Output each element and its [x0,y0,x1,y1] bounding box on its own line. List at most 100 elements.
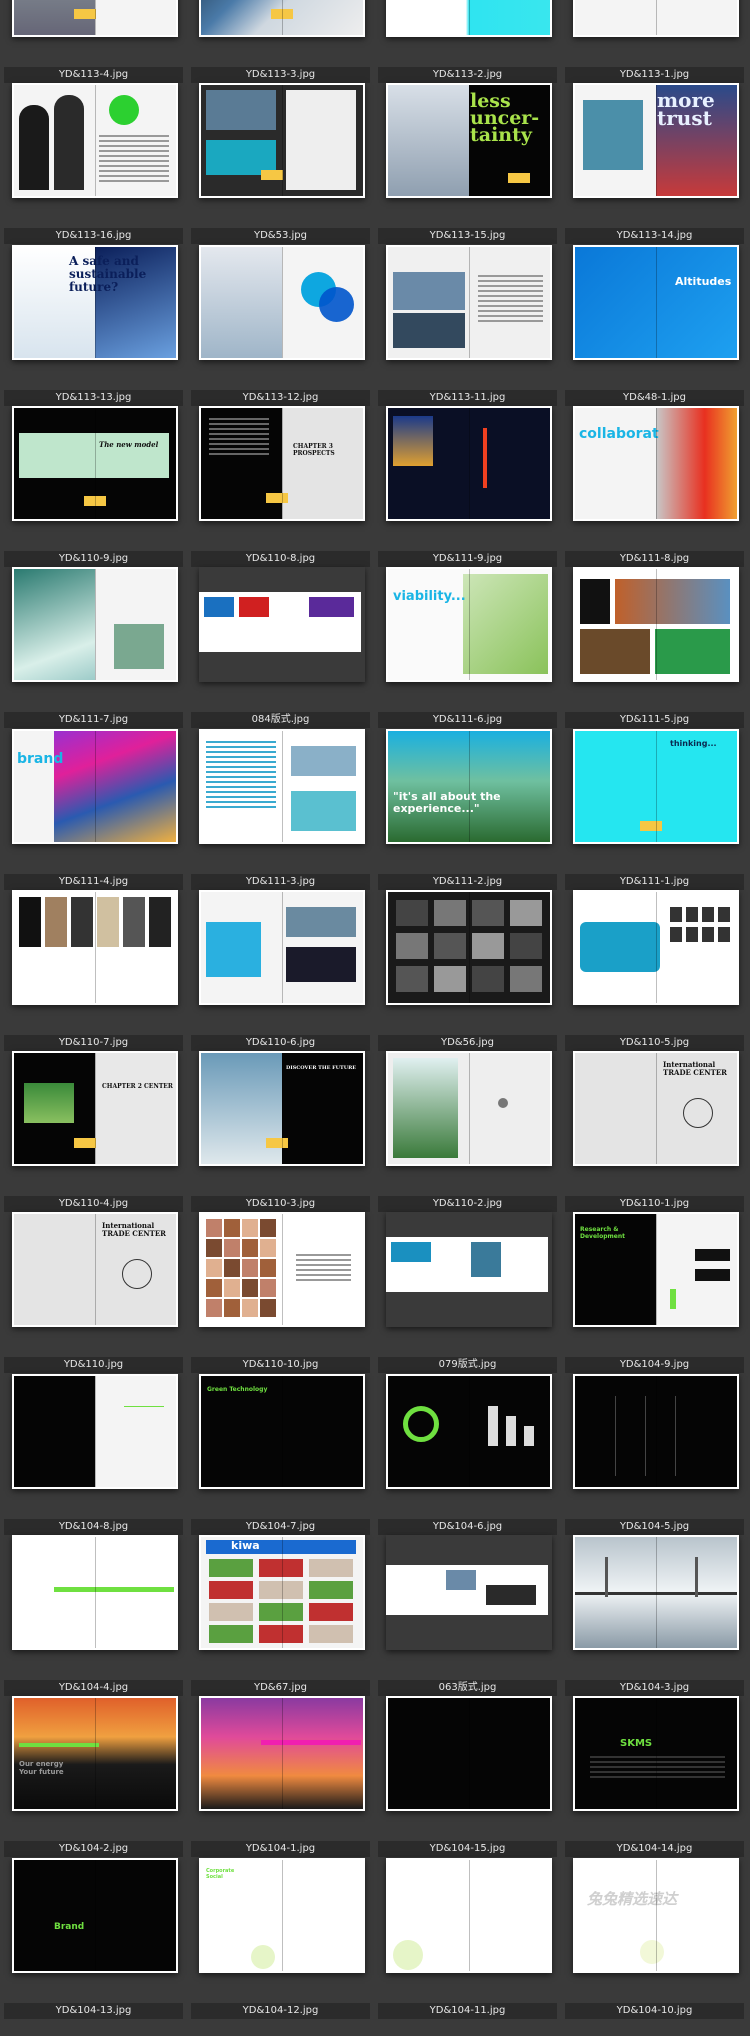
thumbnail-item[interactable]: YD&104-8.jpg [0,1374,183,1535]
thumbnail-item[interactable]: YD&113-3.jpg [187,0,370,83]
thumbnail-image[interactable]: thinking... [573,729,739,844]
thumbnail-item[interactable]: Research & Development YD&104-9.jpg [561,1212,744,1373]
thumbnail-item[interactable]: Green Technology YD&104-7.jpg [187,1374,370,1535]
thumbnail-image[interactable] [386,245,552,360]
thumbnail-item[interactable]: brand YD&111-4.jpg [0,729,183,890]
thumbnail-image[interactable] [12,1374,178,1489]
thumbnail-image[interactable] [386,1212,552,1327]
thumbnail-item[interactable]: The new model YD&110-9.jpg [0,406,183,567]
thumbnail-image[interactable] [12,0,178,37]
thumbnail-image[interactable]: less uncer- tainty [386,83,552,198]
thumbnail-item[interactable]: Altitudes YD&48-1.jpg [561,245,744,406]
thumbnail-image[interactable] [573,1535,739,1650]
thumbnail-image[interactable] [199,0,365,37]
thumbnail-image[interactable] [199,567,365,682]
thumbnail-image[interactable]: "it's all about the experience..." [386,729,552,844]
thumbnail-item[interactable]: YD&113-1.jpg [561,0,744,83]
thumbnail-image[interactable]: A safe and sustainable future? [12,245,178,360]
thumbnail-item[interactable]: YD&104-5.jpg [561,1374,744,1535]
thumbnail-item[interactable]: 084版式.jpg [187,567,370,728]
thumbnail-image[interactable]: International TRADE CENTER [573,1051,739,1166]
thumbnail-image[interactable]: The new model [12,406,178,521]
thumbnail-image[interactable] [12,567,178,682]
thumbnail-image[interactable] [199,729,365,844]
thumbnail-image[interactable]: collaborat [573,406,739,521]
thumbnail-item[interactable]: Our energy Your future YD&104-2.jpg [0,1696,183,1857]
thumbnail-image[interactable]: CHAPTER 2 CENTER [12,1051,178,1166]
thumbnail-item[interactable]: YD&110-10.jpg [187,1212,370,1373]
thumbnail-item[interactable]: Brand YD&104-13.jpg [0,1858,183,2019]
thumbnail-item[interactable]: CHAPTER 3 PROSPECTS YD&110-8.jpg [187,406,370,567]
thumbnail-item[interactable]: YD&113-4.jpg [0,0,183,83]
thumbnail-item[interactable]: International TRADE CENTER YD&110-1.jpg [561,1051,744,1212]
thumbnail-item[interactable]: YD&104-3.jpg [561,1535,744,1696]
thumbnail-item[interactable]: YD&110-7.jpg [0,890,183,1051]
thumbnail-image[interactable]: Our energy Your future [12,1696,178,1811]
thumbnail-item[interactable]: YD&110-6.jpg [187,890,370,1051]
thumbnail-item[interactable]: YD&53.jpg [187,83,370,244]
thumbnail-image[interactable]: International TRADE CENTER [12,1212,178,1327]
thumbnail-image[interactable] [199,83,365,198]
thumbnail-item[interactable]: 063版式.jpg [374,1535,557,1696]
thumbnail-item[interactable]: YD&113-2.jpg [374,0,557,83]
thumbnail-image[interactable] [386,1374,552,1489]
thumbnail-image[interactable]: Research & Development [573,1212,739,1327]
thumbnail-item[interactable]: YD&104-1.jpg [187,1696,370,1857]
thumbnail-image[interactable] [573,1374,739,1489]
thumbnail-item[interactable]: Corporate Social YD&104-12.jpg [187,1858,370,2019]
thumbnail-image[interactable]: Green Technology [199,1374,365,1489]
thumbnail-item[interactable]: thinking... YD&111-1.jpg [561,729,744,890]
thumbnail-item[interactable]: kiwa YD&67.jpg [187,1535,370,1696]
thumbnail-image[interactable] [199,1212,365,1327]
thumbnail-image[interactable] [573,890,739,1005]
thumbnail-image[interactable]: more trust [573,83,739,198]
thumbnail-item[interactable]: YD&104-11.jpg [374,1858,557,2019]
thumbnail-item[interactable]: YD&113-16.jpg [0,83,183,244]
thumbnail-item[interactable]: 兔兔精选速达 YD&104-10.jpg [561,1858,744,2019]
thumbnail-image[interactable]: kiwa [199,1535,365,1650]
thumbnail-image[interactable] [386,890,552,1005]
thumbnail-image[interactable]: Altitudes [573,245,739,360]
thumbnail-image[interactable] [199,890,365,1005]
thumbnail-item[interactable]: DISCOVER THE FUTURE YD&110-3.jpg [187,1051,370,1212]
thumbnail-item[interactable]: YD&111-7.jpg [0,567,183,728]
thumbnail-item[interactable]: International TRADE CENTER YD&110.jpg [0,1212,183,1373]
thumbnail-image[interactable] [199,245,365,360]
thumbnail-image[interactable]: SKMS [573,1696,739,1811]
thumbnail-image[interactable] [386,1535,552,1650]
thumbnail-item[interactable]: YD&104-6.jpg [374,1374,557,1535]
thumbnail-image[interactable]: DISCOVER THE FUTURE [199,1051,365,1166]
thumbnail-image[interactable]: 兔兔精选速达 [573,1858,739,1973]
thumbnail-item[interactable]: YD&104-15.jpg [374,1696,557,1857]
thumbnail-item[interactable]: YD&111-5.jpg [561,567,744,728]
thumbnail-image[interactable] [12,890,178,1005]
thumbnail-item[interactable]: SKMS YD&104-14.jpg [561,1696,744,1857]
thumbnail-item[interactable]: more trust YD&113-14.jpg [561,83,744,244]
thumbnail-item[interactable]: less uncer- tainty YD&113-15.jpg [374,83,557,244]
thumbnail-image[interactable]: Corporate Social [199,1858,365,1973]
thumbnail-image[interactable] [386,1051,552,1166]
thumbnail-image[interactable] [386,0,552,37]
thumbnail-item[interactable]: collaborat YD&111-8.jpg [561,406,744,567]
thumbnail-image[interactable] [386,406,552,521]
thumbnail-image[interactable]: brand [12,729,178,844]
thumbnail-item[interactable]: YD&113-12.jpg [187,245,370,406]
thumbnail-image[interactable] [573,567,739,682]
thumbnail-item[interactable]: CHAPTER 2 CENTER YD&110-4.jpg [0,1051,183,1212]
thumbnail-item[interactable]: viability... YD&111-6.jpg [374,567,557,728]
thumbnail-image[interactable] [573,0,739,37]
thumbnail-item[interactable]: YD&113-11.jpg [374,245,557,406]
thumbnail-item[interactable]: YD&111-9.jpg [374,406,557,567]
thumbnail-item[interactable]: YD&104-4.jpg [0,1535,183,1696]
thumbnail-item[interactable]: "it's all about the experience..." YD&111… [374,729,557,890]
thumbnail-image[interactable]: Brand [12,1858,178,1973]
thumbnail-image[interactable] [12,83,178,198]
thumbnail-image[interactable] [386,1696,552,1811]
thumbnail-item[interactable]: YD&110-2.jpg [374,1051,557,1212]
thumbnail-item[interactable]: YD&110-5.jpg [561,890,744,1051]
thumbnail-image[interactable] [386,1858,552,1973]
thumbnail-image[interactable] [12,1535,178,1650]
thumbnail-image[interactable]: viability... [386,567,552,682]
thumbnail-item[interactable]: A safe and sustainable future? YD&113-13.… [0,245,183,406]
thumbnail-item[interactable]: YD&111-3.jpg [187,729,370,890]
